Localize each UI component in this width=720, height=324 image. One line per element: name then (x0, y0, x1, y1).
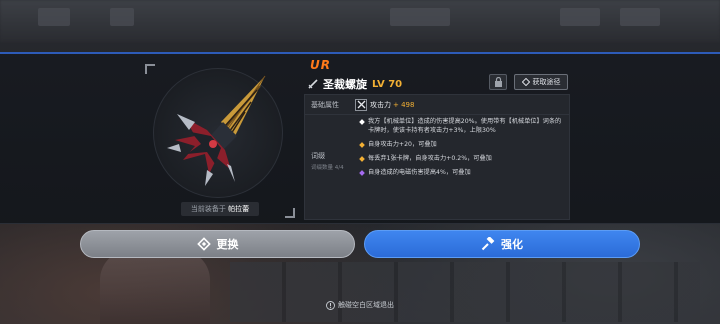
affix-text: 我方【机械单位】造成的伤害提高20%。使用带有【机械单位】词条的卡牌时，使该卡持… (368, 118, 562, 134)
blurred-chip (390, 8, 450, 26)
source-button-label: 获取途径 (532, 78, 561, 86)
blurred-character (100, 250, 210, 324)
source-button[interactable]: 获取途径 (514, 74, 568, 90)
blurred-chip (620, 8, 660, 26)
hammer-icon (481, 237, 495, 251)
affix-bullet-icon (359, 142, 365, 148)
item-name-line: 圣裁螺旋 LV 70 (308, 76, 402, 92)
drill-weapon-image (167, 75, 266, 186)
weapon-display: 当前装备于 帕拉蕾 (145, 64, 295, 218)
affix-list: 我方【机械单位】造成的伤害提高20%。使用带有【机械单位】词条的卡牌时，使该卡持… (359, 117, 565, 182)
affix-text: 自身攻击力+20，可叠加 (368, 141, 437, 148)
lock-button[interactable] (489, 74, 507, 90)
replace-button[interactable]: 更换 (80, 230, 355, 258)
weapon-type-icon (308, 79, 318, 89)
affix-item: 每丢弃1张卡牌，自身攻击力+0.2%，可叠加 (359, 154, 565, 163)
attributes-box: 基础属性 攻击力 + 498 词缀 词缀数量 4/4 我方【机械单位】造成的伤害… (304, 94, 570, 220)
affix-label: 词缀 (311, 152, 325, 160)
equipped-prefix: 当前装备于 (190, 205, 226, 213)
exit-hint-text: 触碰空白区域退出 (338, 301, 394, 309)
warning-icon (326, 300, 335, 310)
affix-text: 自身造成的电磁伤害提高4%，可叠加 (368, 169, 471, 176)
frame-corner (285, 208, 295, 218)
attack-label: 攻击力 (370, 100, 391, 109)
item-detail-panel[interactable]: 当前装备于 帕拉蕾 UR 圣裁螺旋 LV 70 获取途径 基础属性 攻击力 + … (0, 52, 720, 224)
affix-item: 自身造成的电磁伤害提高4%，可叠加 (359, 168, 565, 177)
affix-item: 我方【机械单位】造成的伤害提高20%。使用带有【机械单位】词条的卡牌时，使该卡持… (359, 117, 565, 135)
affix-count: 词缀数量 4/4 (311, 165, 344, 171)
replace-button-label: 更换 (216, 238, 239, 251)
base-attribute-label: 基础属性 (311, 100, 339, 109)
item-name: 圣裁螺旋 (323, 78, 367, 91)
blurred-chip (110, 8, 134, 26)
lock-icon (494, 77, 502, 87)
affix-bullet-icon (359, 170, 365, 176)
base-attribute-row: 基础属性 攻击力 + 498 (305, 95, 569, 115)
affix-bullet-icon (359, 156, 365, 162)
item-header: UR 圣裁螺旋 LV 70 获取途径 (308, 58, 570, 94)
top-bar-blurred (0, 0, 720, 42)
rarity-badge: UR (310, 58, 331, 72)
blurred-card-row (230, 262, 700, 322)
crossed-swords-icon (355, 98, 367, 111)
attack-value: + 498 (393, 100, 415, 109)
item-level: LV 70 (372, 78, 403, 90)
exit-hint: 触碰空白区域退出 (0, 300, 720, 310)
enhance-button[interactable]: 强化 (364, 230, 640, 258)
equipped-by-label: 当前装备于 帕拉蕾 (181, 202, 259, 216)
blurred-chip (38, 8, 70, 26)
affix-bullet-icon (359, 119, 365, 125)
swap-diamond-icon (196, 237, 211, 251)
affix-item: 自身攻击力+20，可叠加 (359, 140, 565, 149)
enhance-button-label: 强化 (501, 238, 523, 251)
equipped-character-name: 帕拉蕾 (228, 205, 250, 213)
diamond-icon (521, 78, 530, 86)
affix-text: 每丢弃1张卡牌，自身攻击力+0.2%，可叠加 (368, 155, 492, 162)
blurred-chip (560, 8, 600, 26)
frame-corner (145, 64, 155, 74)
